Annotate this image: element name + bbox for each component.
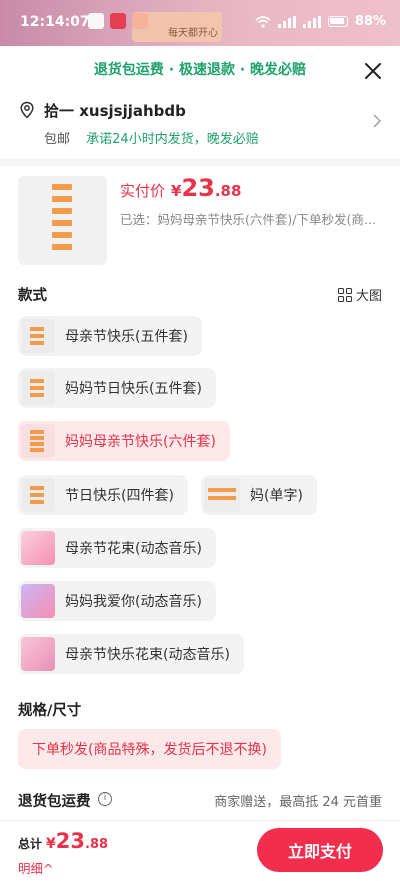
background-ad-text: 每天都开心 <box>168 28 218 39</box>
total-currency: ¥ <box>46 836 56 852</box>
status-right: 88% <box>255 14 386 29</box>
wechat-icon <box>88 13 104 29</box>
style-option[interactable]: 妈妈节日快乐(五件套) <box>18 368 216 408</box>
free-shipping-label: 包邮 <box>44 132 71 147</box>
wifi-icon <box>255 15 271 28</box>
style-section-title: 款式 <box>18 288 47 304</box>
signal-icon <box>302 15 321 28</box>
status-time: 12:14:07 <box>20 14 90 30</box>
battery-icon <box>327 16 348 27</box>
close-icon[interactable] <box>364 62 382 80</box>
price-currency: ¥ <box>171 182 182 200</box>
style-option[interactable]: 母亲节花束(动态音乐) <box>18 528 216 568</box>
purchase-sheet: 退货包运费 · 极速退款 · 晚发必赔 拾一 xusjsjjahbdb 包邮 承… <box>0 46 400 881</box>
option-label: 妈妈母亲节快乐(六件套) <box>65 434 216 450</box>
option-thumbnail <box>21 478 55 512</box>
option-thumbnail <box>21 531 55 565</box>
total-decimal: .88 <box>85 837 109 852</box>
status-bar: 12:14:07 每天都开心 88% <box>0 0 400 46</box>
option-label: 母亲节快乐花束(动态音乐) <box>65 647 230 663</box>
product-image[interactable] <box>18 176 107 265</box>
option-label: 母亲节花束(动态音乐) <box>65 541 202 557</box>
total-integer: 23 <box>55 829 85 853</box>
option-label: 妈妈我爱你(动态音乐) <box>65 594 202 610</box>
total-price: 总计 ¥ 23 .88 <box>18 829 108 853</box>
style-option[interactable]: 节日快乐(四件套) <box>18 475 188 515</box>
option-thumbnail <box>21 424 55 458</box>
style-option[interactable]: 母亲节快乐(五件套) <box>18 316 202 356</box>
total-label: 总计 <box>18 837 43 851</box>
spec-section-title: 规格/尺寸 <box>18 703 82 719</box>
price-detail-toggle[interactable]: 明细^ <box>18 858 53 877</box>
product-price: 实付价 ¥ 23 .88 <box>120 174 241 202</box>
price-label: 实付价 <box>120 182 166 200</box>
location-pin-icon <box>20 101 34 119</box>
service-banner: 退货包运费 · 极速退款 · 晚发必赔 <box>93 62 307 78</box>
info-icon[interactable]: i <box>98 792 112 806</box>
app-icon <box>110 13 126 29</box>
style-option-selected[interactable]: 妈妈母亲节快乐(六件套) <box>18 421 230 461</box>
option-label: 妈(单字) <box>250 488 303 504</box>
shipping-info: 包邮 承诺24小时内发货，晚发必赔 <box>44 128 259 147</box>
address-name: 拾一 xusjsjjahbdb <box>44 102 186 120</box>
spec-option-selected[interactable]: 下单秒发(商品特殊，发货后不退不换) <box>18 729 281 769</box>
grid-icon <box>337 287 352 302</box>
selected-variant: 已选：妈妈母亲节快乐(六件套)/下单秒发(商品特殊，发货后不退不换) <box>120 212 385 227</box>
option-thumbnail <box>21 637 55 671</box>
big-view-label: 大图 <box>355 289 382 304</box>
pay-now-button[interactable]: 立即支付 <box>257 828 383 872</box>
option-thumbnail <box>21 371 55 405</box>
price-decimal: .88 <box>214 182 242 200</box>
return-shipping-note: 商家赠送，最高抵 24 元首重 <box>214 795 382 810</box>
option-thumbnail <box>21 584 55 618</box>
signal-icon <box>277 15 296 28</box>
option-label: 节日快乐(四件套) <box>65 488 174 504</box>
battery-percent: 88% <box>354 14 386 29</box>
price-integer: 23 <box>181 174 215 202</box>
section-divider <box>0 158 400 166</box>
option-label: 妈妈节日快乐(五件套) <box>65 381 202 397</box>
option-thumbnail <box>204 478 240 512</box>
style-option[interactable]: 母亲节快乐花束(动态音乐) <box>18 634 244 674</box>
style-option[interactable]: 妈(单字) <box>201 475 317 515</box>
checkout-footer: 总计 ¥ 23 .88 明细^ 立即支付 <box>0 820 400 881</box>
return-shipping-title: 退货包运费 <box>18 794 91 810</box>
chevron-right-icon <box>373 114 382 128</box>
return-shipping-row: 退货包运费 i 商家赠送，最高抵 24 元首重 <box>18 790 382 812</box>
option-thumbnail <box>21 319 55 353</box>
style-option[interactable]: 妈妈我爱你(动态音乐) <box>18 581 216 621</box>
address-row[interactable]: 拾一 xusjsjjahbdb <box>18 100 384 128</box>
option-label: 母亲节快乐(五件套) <box>65 329 188 345</box>
shipping-promise: 承诺24小时内发货，晚发必赔 <box>86 132 259 147</box>
big-view-toggle[interactable]: 大图 <box>337 285 382 304</box>
